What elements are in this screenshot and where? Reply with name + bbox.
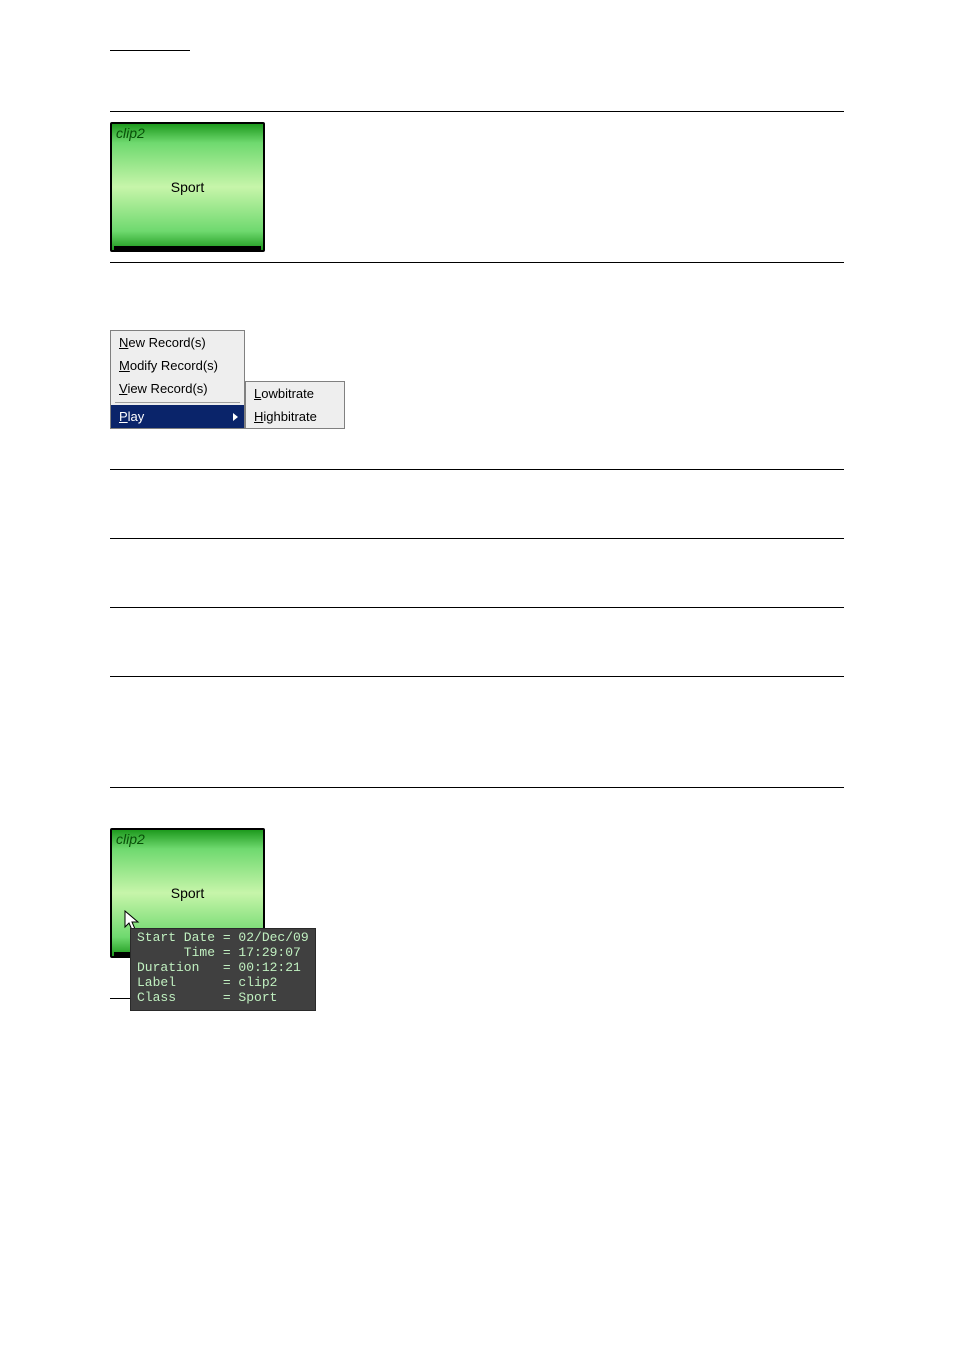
play-submenu: Lowbitrate Highbitrate	[245, 381, 345, 429]
divider	[110, 262, 844, 263]
divider	[110, 469, 844, 470]
header-rule	[110, 50, 190, 51]
tooltip-class: Class = Sport	[137, 990, 277, 1005]
table-row	[110, 480, 844, 528]
tooltip-duration: Duration = 00:12:21	[137, 960, 301, 975]
tooltip-label: Label = clip2	[137, 975, 277, 990]
submenu-item-highbitrate[interactable]: Highbitrate	[246, 405, 344, 428]
divider	[110, 111, 844, 112]
table-row	[110, 618, 844, 666]
menu-item-view-record[interactable]: View Record(s)	[111, 377, 244, 400]
divider	[110, 676, 844, 677]
submenu-arrow-icon	[233, 413, 238, 421]
menu-item-play[interactable]: Play	[111, 405, 244, 428]
context-menu: New Record(s) Modify Record(s) View Reco…	[110, 330, 245, 429]
clip-class-label: Sport	[112, 179, 263, 195]
divider	[110, 538, 844, 539]
table-row	[110, 549, 844, 597]
tooltip-time: Time = 17:29:07	[137, 945, 301, 960]
clip-tooltip: Start Date = 02/Dec/09 Time = 17:29:07 D…	[130, 928, 316, 1011]
clip-progress-bar	[114, 246, 261, 250]
divider	[110, 607, 844, 608]
table-row	[110, 687, 844, 777]
divider	[110, 787, 844, 788]
clip-class-label: Sport	[112, 885, 263, 901]
tooltip-start-date: Start Date = 02/Dec/09	[137, 930, 309, 945]
submenu-item-lowbitrate[interactable]: Lowbitrate	[246, 382, 344, 405]
menu-separator	[115, 402, 240, 403]
clip-title: clip2	[112, 830, 263, 848]
menu-item-play-label: Play	[119, 409, 144, 424]
menu-item-new-record[interactable]: New Record(s)	[111, 331, 244, 354]
menu-item-modify-record[interactable]: Modify Record(s)	[111, 354, 244, 377]
clip-title: clip2	[112, 124, 263, 142]
clip-card[interactable]: clip2 Sport	[110, 122, 265, 252]
